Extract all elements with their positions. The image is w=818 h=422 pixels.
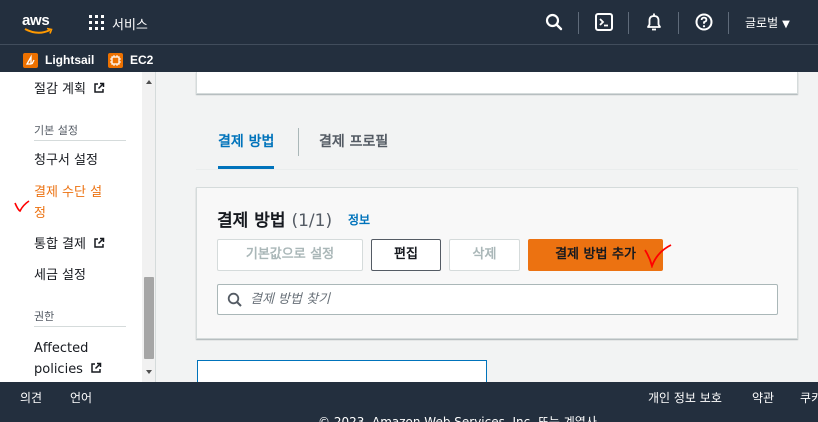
panel-count: (1/1)	[291, 211, 333, 231]
favorite-ec2[interactable]: EC2	[108, 52, 153, 68]
main-content: 결제 방법 결제 프로필 결제 방법 (1/1) 정보 기본값으로 설정 편집 삭…	[156, 72, 818, 382]
side-navigation: 절감 계획 기본 설정 청구서 설정 결제 수단 설 정 통합 결제 세금 설정…	[0, 72, 156, 382]
sidebar-item-billing-preferences[interactable]: 청구서 설정	[34, 150, 98, 171]
feedback-link[interactable]: 의견	[20, 389, 42, 406]
sidebar-section-heading: 권한	[34, 310, 55, 323]
edit-button[interactable]: 편집	[371, 239, 441, 271]
tab-divider	[298, 128, 299, 156]
external-link-icon	[94, 237, 105, 248]
sidebar-divider	[34, 326, 126, 327]
sidebar-item-label-line2: 정	[34, 206, 46, 221]
sidebar-item-label: 세금 설정	[34, 268, 86, 283]
lightsail-icon	[23, 52, 38, 68]
search-icon	[227, 292, 242, 307]
sidebar-item-affected-policies[interactable]: Affected policies	[34, 338, 102, 380]
search-field[interactable]	[217, 284, 778, 315]
nav-divider	[578, 12, 579, 34]
external-link-icon	[94, 82, 105, 93]
nav-divider	[728, 12, 729, 34]
info-link[interactable]: 정보	[348, 211, 370, 228]
sidebar-item-label: 통합 결제	[34, 237, 86, 252]
sidebar-item-label: 청구서 설정	[34, 153, 98, 168]
billing-console-page: aws 서비스 글로벌 ▼ Lightsail EC2 절감 계획 기본 설정 …	[0, 0, 818, 422]
sidebar-item-label-line2: policies	[34, 362, 83, 377]
set-default-button[interactable]: 기본값으로 설정	[217, 239, 363, 271]
nav-divider	[628, 12, 629, 34]
aws-logo[interactable]: aws	[22, 10, 56, 34]
payment-method-card[interactable]	[197, 360, 487, 382]
sidebar-item-savings-plans[interactable]: 절감 계획	[34, 79, 105, 100]
sidebar-item-label-line1: 결제 수단 설	[34, 185, 103, 200]
add-payment-method-button[interactable]: 결제 방법 추가	[528, 239, 663, 271]
region-selector[interactable]: 글로벌 ▼	[745, 14, 790, 31]
scroll-down-arrow-icon[interactable]	[146, 370, 152, 374]
tab-underline	[196, 169, 798, 170]
tab-payment-methods[interactable]: 결제 방법	[218, 124, 275, 170]
caret-down-icon: ▼	[782, 19, 790, 30]
previous-panel	[196, 72, 798, 94]
scroll-up-arrow-icon[interactable]	[146, 80, 152, 84]
panel-title-text: 결제 방법	[217, 211, 286, 231]
nav-divider	[678, 12, 679, 34]
footer-bar: 의견 언어 개인 정보 보호 약관 쿠키 © 2023, Amazon Web …	[0, 382, 818, 422]
terms-link[interactable]: 약관	[752, 389, 774, 406]
sidebar-scrollbar-thumb[interactable]	[144, 277, 154, 359]
favorite-label: Lightsail	[45, 53, 95, 67]
ec2-icon	[108, 52, 123, 68]
region-label: 글로벌	[745, 16, 779, 30]
favorite-label: EC2	[130, 53, 154, 67]
red-checkmark-annotation	[14, 200, 30, 213]
red-checkmark-annotation	[644, 244, 672, 268]
search-input[interactable]	[250, 286, 770, 313]
cloudshell-icon[interactable]	[594, 12, 614, 32]
delete-button[interactable]: 삭제	[449, 239, 520, 271]
top-navigation-bar: aws 서비스 글로벌 ▼	[0, 0, 818, 44]
favorite-lightsail[interactable]: Lightsail	[23, 52, 94, 68]
cookie-preferences-link[interactable]: 쿠키	[800, 389, 818, 406]
aws-smile-icon	[24, 27, 53, 34]
search-icon[interactable]	[544, 12, 564, 32]
privacy-link[interactable]: 개인 정보 보호	[648, 389, 722, 406]
copyright-text: © 2023, Amazon Web Services, Inc. 또는 계열사…	[318, 415, 601, 422]
sidebar-item-label: 절감 계획	[34, 82, 86, 97]
sidebar-divider	[34, 140, 126, 141]
language-link[interactable]: 언어	[70, 389, 92, 406]
services-grid-icon[interactable]	[89, 15, 104, 30]
sidebar-section-heading: 기본 설정	[34, 124, 78, 137]
external-link-icon	[91, 362, 102, 373]
services-menu-label[interactable]: 서비스	[112, 14, 148, 33]
sidebar-item-label-line1: Affected	[34, 341, 89, 356]
sidebar-item-consolidated-billing[interactable]: 통합 결제	[34, 234, 105, 255]
notifications-bell-icon[interactable]	[644, 12, 664, 32]
payment-methods-panel: 결제 방법 (1/1) 정보 기본값으로 설정 편집 삭제 결제 방법 추가	[196, 187, 798, 339]
sidebar-item-tax-settings[interactable]: 세금 설정	[34, 265, 86, 286]
panel-title: 결제 방법 (1/1)	[217, 206, 332, 231]
help-icon[interactable]	[694, 12, 714, 32]
favorites-bar: Lightsail EC2	[0, 44, 818, 72]
sidebar-item-payment-methods[interactable]: 결제 수단 설 정	[34, 182, 102, 224]
tab-payment-profiles[interactable]: 결제 프로필	[319, 124, 388, 170]
